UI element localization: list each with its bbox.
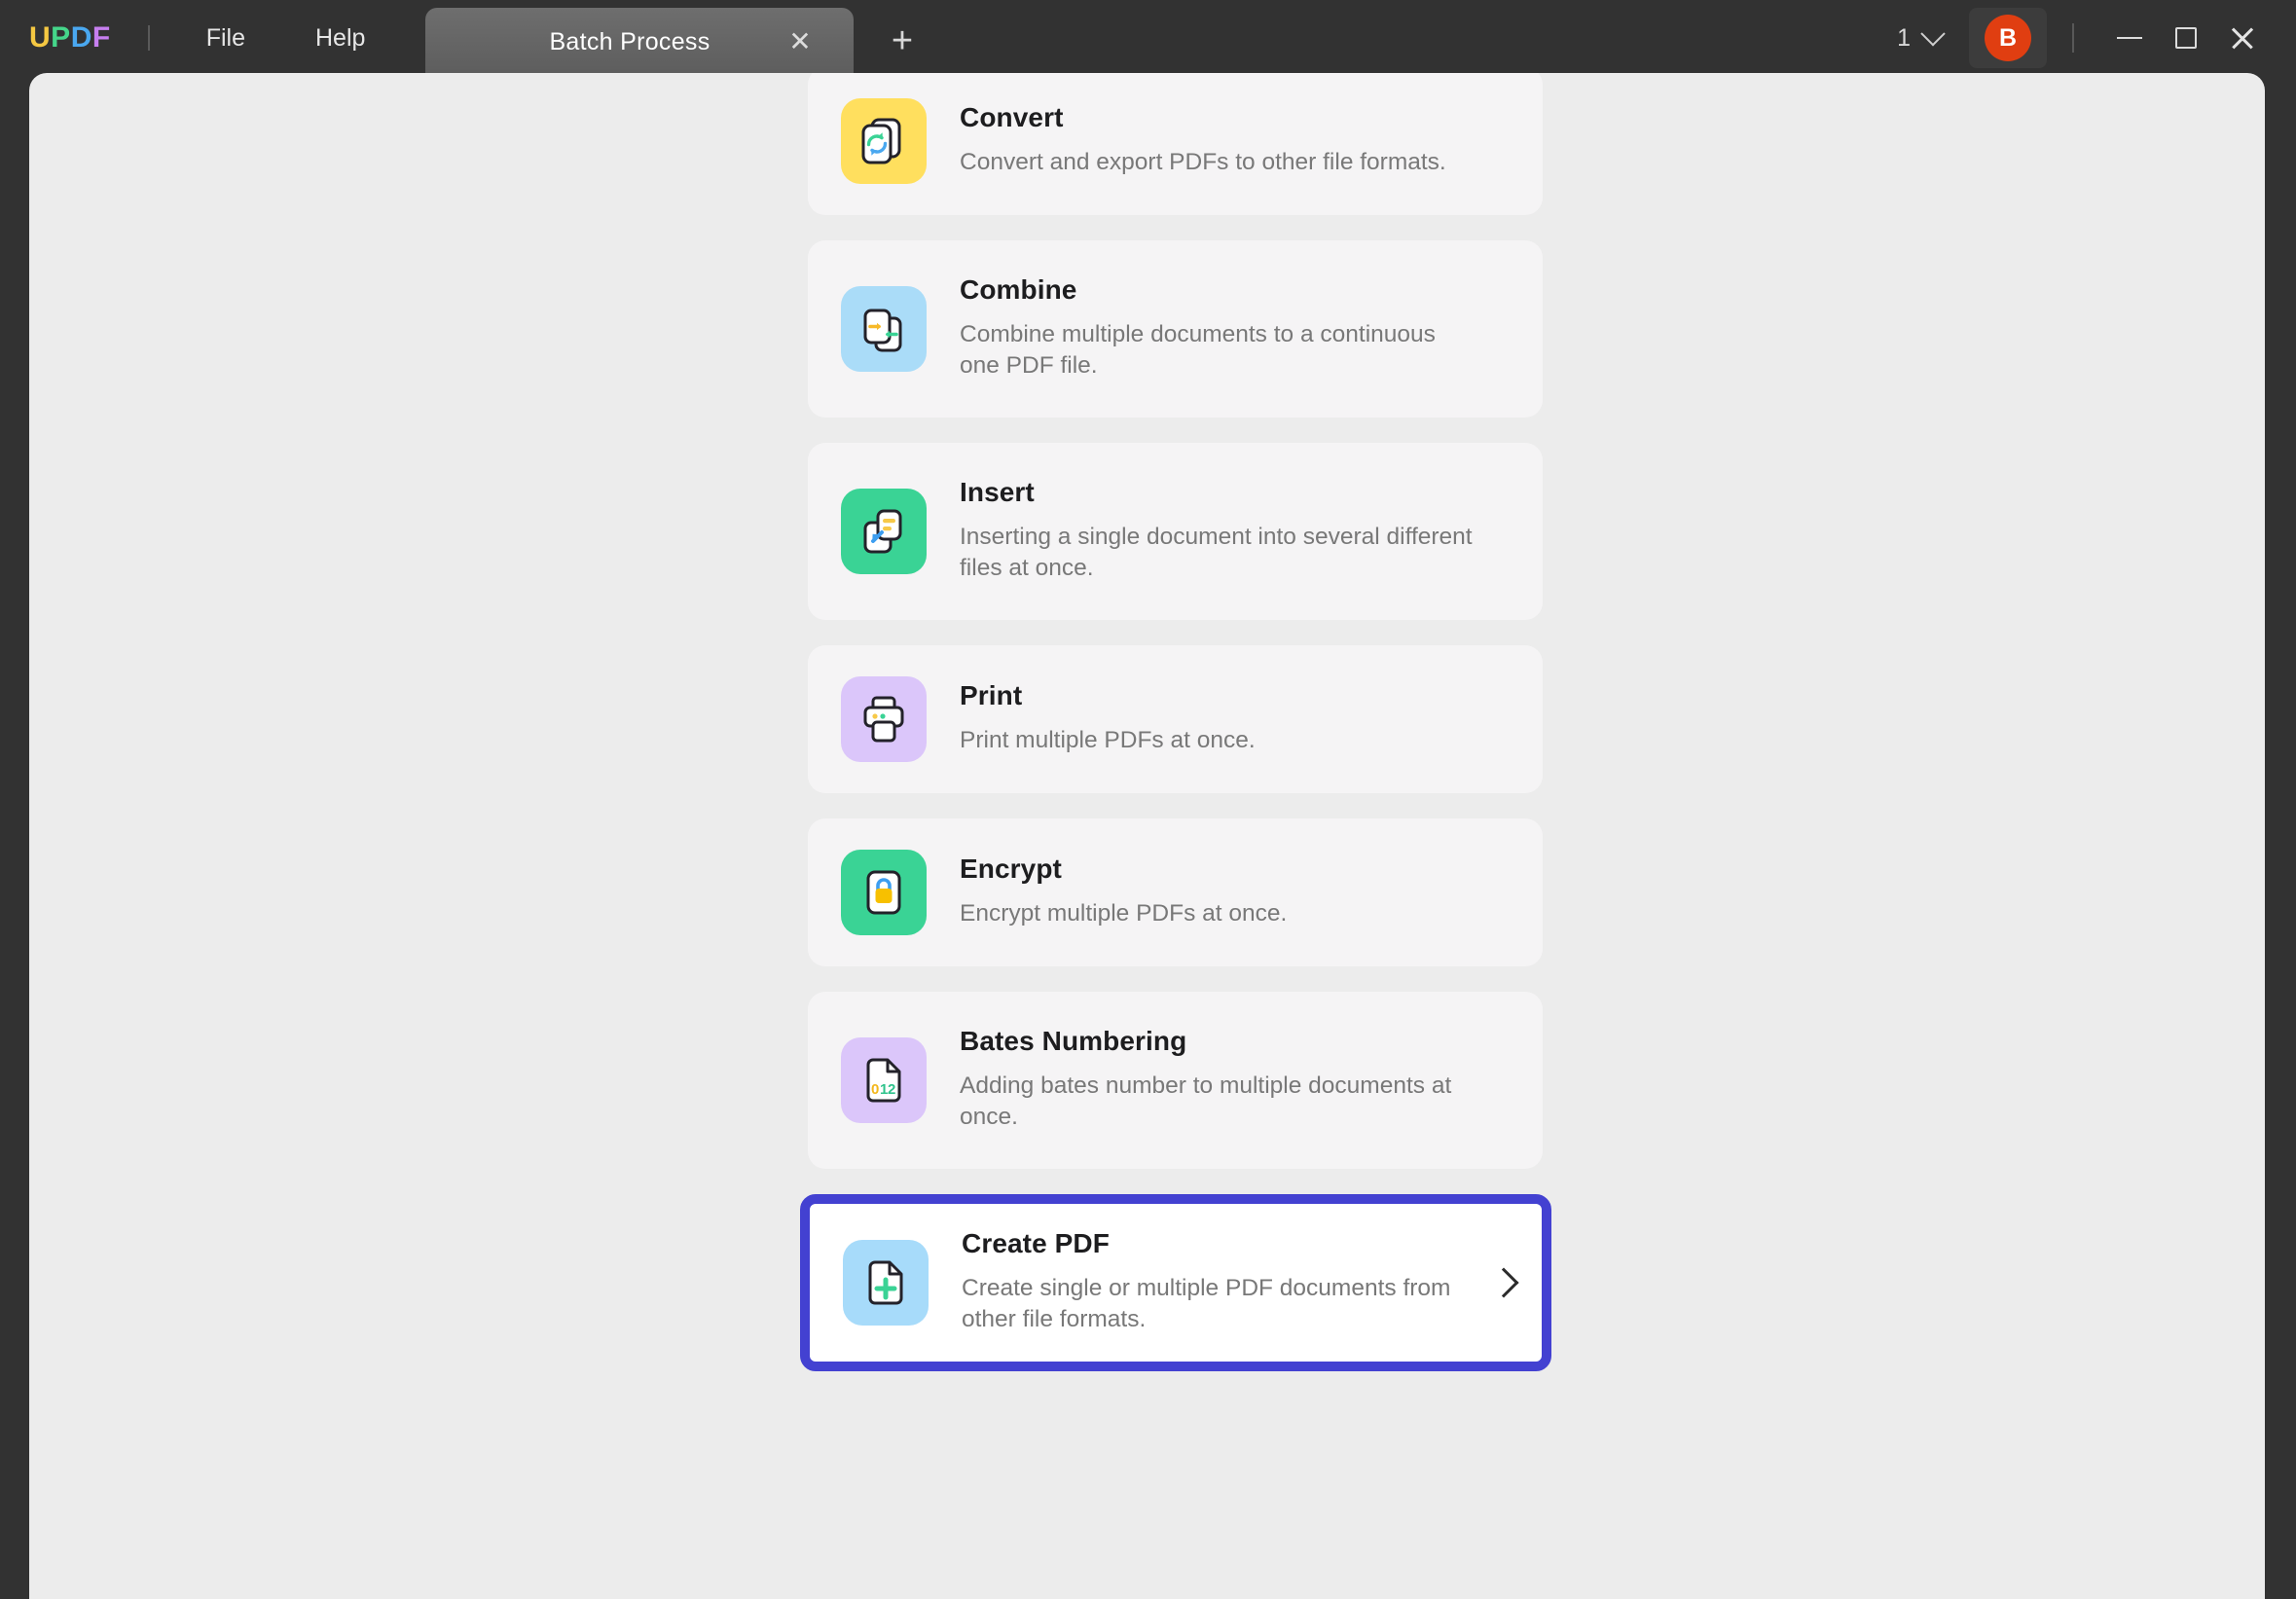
- card-title: Convert: [960, 102, 1064, 133]
- batch-card-bates-numbering[interactable]: 0 1 2 Bates Numbering Adding bates numbe…: [808, 992, 1543, 1169]
- card-spacer: [779, 418, 1543, 443]
- close-window-icon: [2229, 24, 2256, 52]
- card-description: Combine multiple documents to a continuo…: [960, 321, 1436, 380]
- combine-icon: [841, 286, 927, 372]
- card-text: Insert Inserting a single document into …: [960, 477, 1543, 584]
- batch-card-encrypt[interactable]: Encrypt Encrypt multiple PDFs at once.: [808, 818, 1543, 966]
- logo-letter-u: U: [29, 21, 52, 54]
- title-bar: U P D F File Help Batch Process ✕ + 1 B: [0, 0, 2296, 76]
- window-count-dropdown[interactable]: 1: [1897, 21, 1946, 53]
- chevron-down-icon: [1920, 21, 1946, 47]
- content-area: Convert Convert and export PDFs to other…: [29, 73, 2265, 1599]
- svg-text:2: 2: [888, 1081, 895, 1098]
- menu-help[interactable]: Help: [315, 24, 365, 53]
- close-icon[interactable]: ✕: [784, 25, 817, 58]
- create-pdf-icon: [843, 1240, 929, 1326]
- close-window-button[interactable]: [2214, 10, 2271, 66]
- card-description: Create single or multiple PDF documents …: [962, 1275, 1451, 1333]
- card-description: Convert and export PDFs to other file fo…: [960, 149, 1446, 176]
- logo-letter-d: D: [70, 21, 92, 54]
- card-title: Insert: [960, 477, 1035, 508]
- card-title: Encrypt: [960, 854, 1062, 885]
- card-spacer: [779, 793, 1543, 818]
- batch-card-convert[interactable]: Convert Convert and export PDFs to other…: [808, 73, 1543, 215]
- updf-logo: U P D F: [29, 21, 111, 55]
- maximize-icon: [2175, 27, 2197, 49]
- insert-icon: [841, 489, 927, 574]
- card-title: Combine: [960, 274, 1077, 306]
- card-text: Print Print multiple PDFs at once.: [960, 681, 1543, 756]
- menu-file[interactable]: File: [206, 24, 245, 53]
- card-text: Bates Numbering Adding bates number to m…: [960, 1026, 1543, 1133]
- tab-strip: Batch Process ✕ +: [425, 8, 922, 76]
- avatar: B: [1985, 15, 2031, 61]
- svg-text:0: 0: [871, 1081, 879, 1098]
- card-title: Print: [960, 680, 1023, 711]
- window-controls: 1 B: [1897, 0, 2296, 76]
- card-description: Print multiple PDFs at once.: [960, 727, 1256, 754]
- updf-window: U P D F File Help Batch Process ✕ + 1 B: [0, 0, 2296, 1599]
- window-count-label: 1: [1897, 23, 1911, 52]
- encrypt-icon: [841, 850, 927, 935]
- card-text: Convert Convert and export PDFs to other…: [960, 103, 1543, 178]
- batch-tool-list: Convert Convert and export PDFs to other…: [779, 73, 1551, 1371]
- batch-card-print[interactable]: Print Print multiple PDFs at once.: [808, 645, 1543, 793]
- convert-icon: [841, 98, 927, 184]
- card-description: Inserting a single document into several…: [960, 524, 1473, 582]
- card-title: Create PDF: [962, 1228, 1110, 1259]
- window-controls-divider: [2072, 23, 2074, 53]
- minimize-button[interactable]: [2101, 10, 2158, 66]
- card-spacer: [779, 966, 1543, 992]
- batch-card-create-pdf[interactable]: Create PDF Create single or multiple PDF…: [800, 1194, 1551, 1371]
- plus-icon[interactable]: +: [883, 21, 922, 60]
- card-spacer: [779, 620, 1543, 645]
- bates-numbering-icon: 0 1 2: [841, 1037, 927, 1123]
- batch-card-insert[interactable]: Insert Inserting a single document into …: [808, 443, 1543, 620]
- maximize-button[interactable]: [2158, 10, 2214, 66]
- tab-label: Batch Process: [549, 27, 711, 55]
- card-spacer: [779, 215, 1543, 240]
- chevron-right-icon[interactable]: [1488, 1267, 1519, 1298]
- card-title: Bates Numbering: [960, 1026, 1187, 1057]
- card-text: Encrypt Encrypt multiple PDFs at once.: [960, 854, 1543, 929]
- titlebar-divider: [147, 25, 150, 51]
- card-spacer: [779, 1169, 1543, 1194]
- account-button[interactable]: B: [1969, 8, 2047, 68]
- tab-batch-process[interactable]: Batch Process ✕: [425, 8, 854, 76]
- card-description: Adding bates number to multiple document…: [960, 1072, 1452, 1131]
- card-description: Encrypt multiple PDFs at once.: [960, 900, 1288, 927]
- minimize-icon: [2117, 36, 2142, 40]
- logo-letter-p: P: [51, 21, 71, 54]
- logo-letter-f: F: [91, 21, 111, 54]
- card-text: Create PDF Create single or multiple PDF…: [962, 1228, 1493, 1335]
- card-text: Combine Combine multiple documents to a …: [960, 274, 1543, 382]
- batch-card-combine[interactable]: Combine Combine multiple documents to a …: [808, 240, 1543, 418]
- print-icon: [841, 676, 927, 762]
